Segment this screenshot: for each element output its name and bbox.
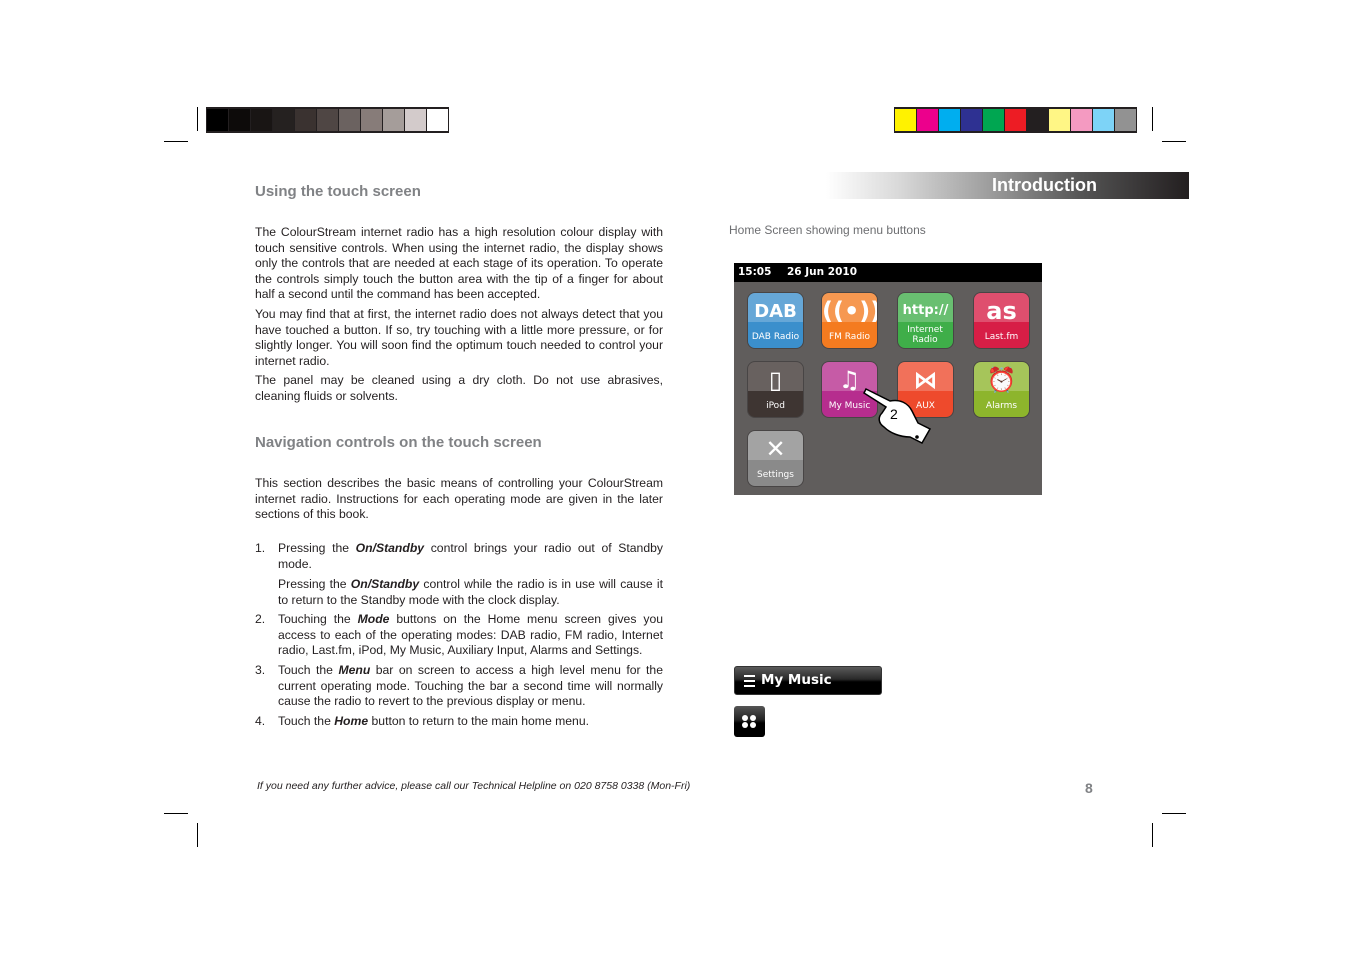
list-text-pre: Touch the xyxy=(278,714,335,728)
alarm-clock-icon: ⏰ xyxy=(986,366,1017,394)
crop-mark xyxy=(1162,141,1186,142)
figure-caption: Home Screen showing menu buttons xyxy=(729,223,926,237)
list-text: Touch the Home button to return to the m… xyxy=(278,714,663,730)
mode-button-label: Last.fm xyxy=(984,332,1019,342)
lastfm-icon: as xyxy=(986,297,1017,325)
helpline-footer: If you need any further advice, please c… xyxy=(257,780,691,792)
list-item: 3. Touch the Menu bar on screen to access… xyxy=(255,663,663,710)
list-text-pre: Pressing the xyxy=(278,577,351,591)
mode-button-label: DAB Radio xyxy=(751,332,800,342)
paragraph-cleaning: The panel may be cleaned using a dry clo… xyxy=(255,373,663,403)
mode-button-internet-radio[interactable]: http:// Internet Radio xyxy=(898,293,953,348)
step-number: 2 xyxy=(890,406,898,422)
list-number: 4. xyxy=(255,714,266,728)
list-number: 1. xyxy=(255,541,266,555)
mode-button-dab-radio[interactable]: DAB DAB Radio xyxy=(748,293,803,348)
gray-swatch xyxy=(207,109,228,131)
list-item: 2. Touching the Mode buttons on the Home … xyxy=(255,612,663,659)
crop-mark xyxy=(1152,823,1153,847)
gray-swatch xyxy=(405,109,426,131)
colour-swatch xyxy=(1115,109,1136,131)
gray-swatch xyxy=(251,109,272,131)
mode-button-last-fm[interactable]: as Last.fm xyxy=(974,293,1029,348)
gray-swatch xyxy=(339,109,360,131)
section-banner: Introduction xyxy=(826,172,1189,199)
menu-bar-label: My Music xyxy=(761,672,832,688)
mode-button-label: iPod xyxy=(766,401,785,411)
crop-mark xyxy=(1162,813,1186,814)
crop-mark xyxy=(164,813,188,814)
colour-swatch xyxy=(983,109,1004,131)
wrench-icon: ✕ xyxy=(765,435,786,463)
gray-swatch xyxy=(273,109,294,131)
gray-swatch xyxy=(427,109,448,131)
mode-button-label: Alarms xyxy=(985,401,1018,411)
list-text-pre: Pressing the xyxy=(278,541,356,555)
gray-swatch xyxy=(229,109,250,131)
list-text-pre: Touch the xyxy=(278,663,339,677)
menu-icon xyxy=(744,675,755,690)
mode-button-fm-radio[interactable]: ((•)) FM Radio xyxy=(822,293,877,348)
home-screen: 15:05 26 Jun 2010 DAB DAB Radio ((•)) FM Ra… xyxy=(734,263,1042,495)
paragraph-touch-detect: You may find that at first, the internet… xyxy=(255,307,663,368)
dab-icon: DAB xyxy=(754,301,797,322)
http-icon: http:// xyxy=(902,303,949,318)
mode-button-label: FM Radio xyxy=(828,332,871,342)
mode-button-ipod[interactable]: ▯ iPod xyxy=(748,362,803,417)
list-item: Pressing the On/Standby control while th… xyxy=(255,577,663,608)
ipod-icon: ▯ xyxy=(768,366,783,394)
list-text: Touch the Menu bar on screen to access a… xyxy=(278,663,663,710)
list-text-pre: Touching the xyxy=(278,612,358,626)
crop-mark xyxy=(164,141,188,142)
colour-swatch xyxy=(1005,109,1026,131)
list-number: 2. xyxy=(255,612,266,626)
colour-swatch xyxy=(1093,109,1114,131)
colour-swatch xyxy=(895,109,916,131)
colour-swatch xyxy=(939,109,960,131)
grayscale-calibration-bar xyxy=(206,107,449,133)
list-text: Pressing the On/Standby control brings y… xyxy=(278,541,663,572)
crop-mark xyxy=(197,823,198,847)
list-item: 4. Touch the Home button to return to the… xyxy=(255,714,663,730)
list-text: Touching the Mode buttons on the Home me… xyxy=(278,612,663,659)
control-name: Mode xyxy=(357,612,390,626)
colour-swatch xyxy=(961,109,982,131)
paragraph-intro: The ColourStream internet radio has a hi… xyxy=(255,225,663,302)
paragraph-navigation-intro: This section describes the basic means o… xyxy=(255,476,663,522)
mode-button-settings[interactable]: ✕ Settings xyxy=(748,431,803,486)
gray-swatch xyxy=(383,109,404,131)
control-name: On/Standby xyxy=(355,541,425,555)
mode-button-label: Internet Radio xyxy=(907,325,943,345)
fm-antenna-icon: ((•)) xyxy=(822,297,877,325)
control-name: Home xyxy=(334,714,369,728)
crop-mark xyxy=(197,107,198,131)
crop-mark xyxy=(1152,107,1153,131)
gray-swatch xyxy=(295,109,316,131)
list-number: 3. xyxy=(255,663,266,677)
control-name: Menu xyxy=(338,663,371,677)
mode-button-label: Settings xyxy=(757,470,794,480)
clock-time: 15:05 xyxy=(738,266,772,278)
control-name: On/Standby xyxy=(350,577,420,591)
home-button[interactable] xyxy=(734,706,765,737)
heading-using-touch-screen: Using the touch screen xyxy=(255,183,421,200)
clock-date: 26 Jun 2010 xyxy=(787,266,858,278)
mode-button-alarms[interactable]: ⏰ Alarms xyxy=(974,362,1029,417)
colour-swatch xyxy=(1027,109,1048,131)
gray-swatch xyxy=(361,109,382,131)
colour-swatch xyxy=(1049,109,1070,131)
gray-swatch xyxy=(317,109,338,131)
colour-calibration-bar xyxy=(894,107,1137,133)
list-text-post: button to return to the main home menu. xyxy=(368,714,589,728)
page-number: 8 xyxy=(1085,780,1093,796)
list-text: Pressing the On/Standby control while th… xyxy=(278,577,663,608)
pointing-hand-icon: 2 xyxy=(863,387,932,444)
colour-swatch xyxy=(917,109,938,131)
section-title: Introduction xyxy=(992,175,1097,195)
status-bar: 15:05 26 Jun 2010 xyxy=(734,263,1042,282)
colour-swatch xyxy=(1071,109,1092,131)
heading-navigation-controls: Navigation controls on the touch screen xyxy=(255,434,542,451)
menu-bar[interactable]: My Music xyxy=(734,666,882,695)
list-item: 1. Pressing the On/Standby control brings… xyxy=(255,541,663,572)
